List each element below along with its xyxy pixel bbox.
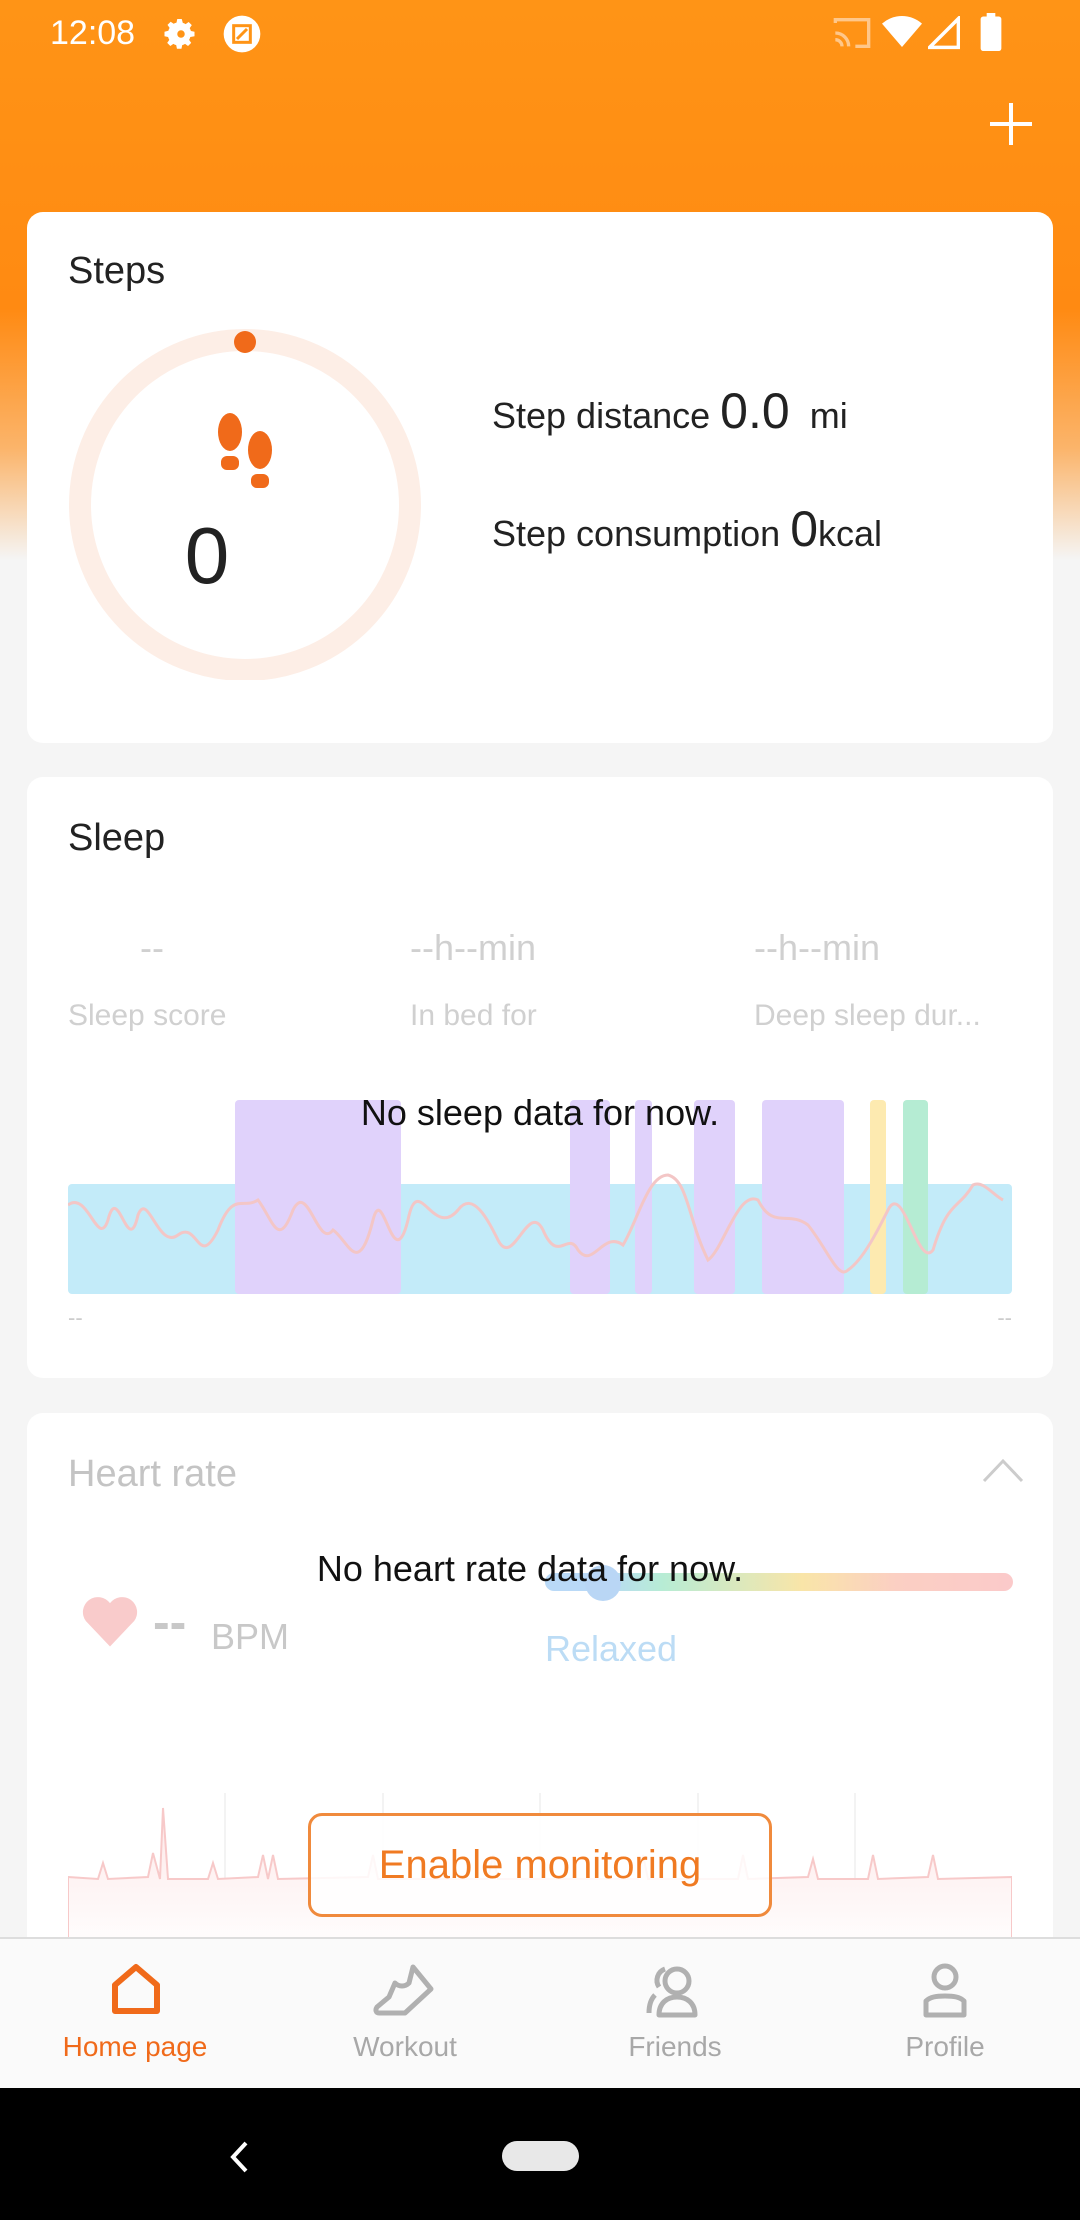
- nav-label: Friends: [628, 2031, 722, 2062]
- sleep-score-label: Sleep score: [68, 999, 227, 1032]
- nav-label: Home page: [62, 2031, 208, 2062]
- step-distance-value: 0.0: [720, 383, 790, 439]
- steps-card[interactable]: Steps 0 Step distance 0.0 mi Step consum…: [27, 212, 1053, 743]
- nav-workout[interactable]: Workout: [270, 1939, 540, 2090]
- heart-rate-title: Heart rate: [68, 1453, 237, 1495]
- heart-icon: [82, 1597, 138, 1647]
- sleep-start-label: --: [68, 1305, 83, 1330]
- nav-label: Profile: [905, 2031, 985, 2062]
- home-icon: [112, 1964, 160, 2014]
- step-distance-label: Step distance: [492, 395, 711, 436]
- step-consumption-unit: kcal: [818, 513, 883, 554]
- screenshot-icon: [223, 15, 261, 53]
- bpm-value: --: [153, 1594, 187, 1650]
- sleep-end-label: --: [997, 1305, 1012, 1330]
- sleep-title: Sleep: [68, 817, 166, 859]
- nav-label: Workout: [353, 2031, 457, 2062]
- battery-icon: [980, 13, 1002, 51]
- in-bed-label: In bed for: [410, 999, 537, 1032]
- step-distance-unit: mi: [809, 395, 848, 436]
- wifi-icon: [882, 16, 922, 47]
- bpm-unit: BPM: [211, 1616, 290, 1657]
- back-icon[interactable]: [228, 2140, 250, 2174]
- status-bar: 12:08: [0, 0, 1080, 66]
- footprints-icon: [218, 413, 272, 488]
- heart-rate-empty-message: No heart rate data for now.: [316, 1548, 744, 1589]
- sleep-card[interactable]: Sleep -- Sleep score --h--min In bed for…: [27, 777, 1053, 1378]
- nav-profile[interactable]: Profile: [810, 1939, 1080, 2090]
- step-consumption-label: Step consumption: [492, 513, 781, 554]
- nav-friends[interactable]: Friends: [540, 1939, 810, 2090]
- step-consumption-value: 0: [790, 501, 819, 557]
- step-distance: Step distance 0.0 mi: [492, 382, 848, 440]
- system-navigation-bar: [0, 2088, 1080, 2220]
- home-pill-button[interactable]: [502, 2141, 579, 2171]
- deep-sleep-value: --h--min: [754, 927, 880, 968]
- bottom-navigation: Home page Workout Friends Profile: [0, 1937, 1080, 2088]
- cast-icon: [833, 18, 871, 48]
- in-bed-value: --h--min: [410, 927, 536, 968]
- steps-count: 0: [184, 511, 230, 600]
- step-consumption: Step consumption 0kcal: [492, 500, 882, 558]
- heart-rate-card[interactable]: Heart rate -- BPM Relaxed No heart rate …: [27, 1413, 1053, 1973]
- profile-icon: [923, 1963, 967, 2018]
- signal-icon: [928, 16, 960, 50]
- friends-icon: [646, 1966, 698, 2018]
- shoe-icon: [373, 1964, 434, 2016]
- sleep-empty-message: No sleep data for now.: [360, 1092, 720, 1133]
- deep-sleep-label: Deep sleep dur...: [754, 999, 981, 1032]
- steps-progress-ring: [69, 329, 421, 680]
- enable-monitoring-button[interactable]: Enable monitoring: [308, 1813, 772, 1917]
- progress-dot: [234, 331, 256, 353]
- heart-rate-zone: Relaxed: [545, 1628, 678, 1669]
- sleep-score-value: --: [140, 927, 164, 968]
- nav-home-page[interactable]: Home page: [0, 1939, 270, 2090]
- chevron-up-icon[interactable]: [982, 1457, 1024, 1483]
- status-time: 12:08: [50, 14, 136, 52]
- gear-icon: [164, 19, 195, 49]
- plus-icon[interactable]: [988, 101, 1034, 147]
- steps-title: Steps: [68, 250, 166, 292]
